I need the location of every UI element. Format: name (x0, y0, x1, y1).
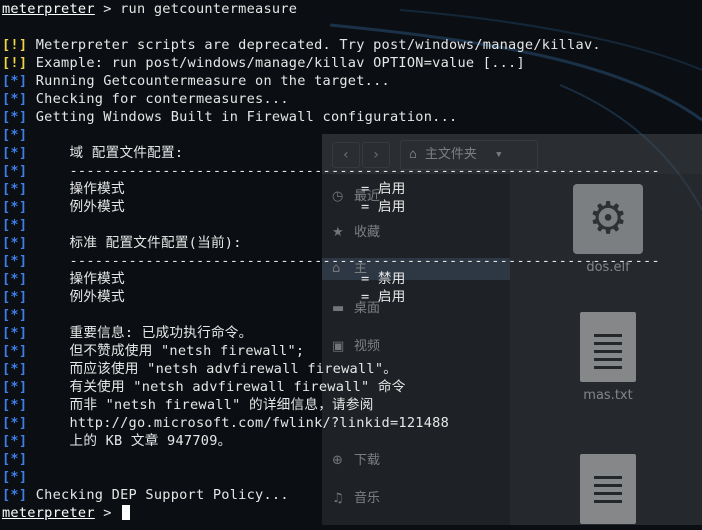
output-text: 域 配置文件配置: (27, 145, 184, 161)
output-line: [*] (2, 450, 27, 468)
info-tag: [*] (2, 145, 28, 161)
output-text: 重要信息: 已成功执行命令。 (27, 325, 253, 341)
output-line: [*] ------------------------------------… (2, 162, 660, 180)
output-text: 标准 配置文件配置(当前): (27, 235, 242, 251)
output-text: http://go.microsoft.com/fwlink/?linkid=1… (27, 415, 450, 431)
output-line: [!] Example: run post/windows/manage/kil… (2, 54, 525, 72)
output-text: 操作模式 = 禁用 (27, 271, 406, 287)
output-line: [*] 但不赞成使用 "netsh firewall"; (2, 342, 304, 360)
info-tag: [*] (2, 307, 28, 323)
warning-tag: [!] (2, 55, 28, 71)
terminal-window[interactable]: meterpreter > run getcountermeasure [!] … (0, 0, 702, 525)
info-tag: [*] (2, 235, 28, 251)
output-line: [*] 例外模式 = 启用 (2, 288, 406, 306)
info-tag: [*] (2, 181, 28, 197)
output-text: 有关使用 "netsh advfirewall firewall" 命令 (27, 379, 406, 395)
output-line: [!] Meterpreter scripts are deprecated. … (2, 36, 601, 54)
output-line: [*] (2, 306, 27, 324)
output-text: 而非 "netsh firewall" 的详细信息，请参阅 (27, 397, 374, 413)
output-line: [*] Getting Windows Built in Firewall co… (2, 108, 457, 126)
output-line: [*] http://go.microsoft.com/fwlink/?link… (2, 414, 449, 432)
text-cursor (122, 505, 131, 520)
output-line: [*] Running Getcountermeasure on the tar… (2, 72, 390, 90)
meterpreter-prompt: meterpreter (2, 1, 95, 17)
meterpreter-prompt: meterpreter (2, 505, 95, 521)
output-text: 但不赞成使用 "netsh firewall"; (27, 343, 305, 359)
info-tag: [*] (2, 73, 28, 89)
info-tag: [*] (2, 451, 28, 467)
info-tag: [*] (2, 271, 28, 287)
info-tag: [*] (2, 325, 28, 341)
info-tag: [*] (2, 487, 28, 503)
info-tag: [*] (2, 163, 28, 179)
input-prompt-line[interactable]: meterpreter > (2, 504, 131, 522)
output-line: [*] 域 配置文件配置: (2, 144, 183, 162)
output-text: ----------------------------------------… (27, 253, 660, 269)
output-text: Checking DEP Support Policy... (27, 487, 289, 503)
output-line: [*] 重要信息: 已成功执行命令。 (2, 324, 252, 342)
output-line: [*] 上的 KB 文章 947709。 (2, 432, 231, 450)
info-tag: [*] (2, 91, 28, 107)
output-text: 操作模式 = 启用 (27, 181, 406, 197)
info-tag: [*] (2, 361, 28, 377)
output-line: [*] (2, 126, 27, 144)
info-tag: [*] (2, 433, 28, 449)
output-text: Running Getcountermeasure on the target.… (27, 73, 390, 89)
output-text: 例外模式 = 启用 (27, 199, 406, 215)
output-line: [*] (2, 468, 27, 486)
output-text: 而应该使用 "netsh advfirewall firewall"。 (27, 361, 398, 377)
output-line: [*] Checking DEP Support Policy... (2, 486, 289, 504)
info-tag: [*] (2, 343, 28, 359)
warning-tag: [!] (2, 37, 28, 53)
info-tag: [*] (2, 109, 28, 125)
info-tag: [*] (2, 469, 28, 485)
info-tag: [*] (2, 127, 28, 143)
info-tag: [*] (2, 289, 28, 305)
output-line: [*] 操作模式 = 禁用 (2, 270, 406, 288)
info-tag: [*] (2, 199, 28, 215)
output-line: [*] (2, 216, 27, 234)
output-text: 上的 KB 文章 947709。 (27, 433, 232, 449)
output-text: Meterpreter scripts are deprecated. Try … (27, 37, 601, 53)
prompt-suffix: > (94, 505, 121, 521)
output-line: [*] Checking for contermeasures... (2, 90, 289, 108)
output-text: Getting Windows Built in Firewall config… (27, 109, 458, 125)
info-tag: [*] (2, 217, 28, 233)
output-line: [*] 例外模式 = 启用 (2, 198, 406, 216)
output-line: [*] 标准 配置文件配置(当前): (2, 234, 242, 252)
output-text: 例外模式 = 启用 (27, 289, 406, 305)
output-line: [*] 而非 "netsh firewall" 的详细信息，请参阅 (2, 396, 374, 414)
output-line: [*] 有关使用 "netsh advfirewall firewall" 命令 (2, 378, 406, 396)
info-tag: [*] (2, 397, 28, 413)
output-line: [*] 而应该使用 "netsh advfirewall firewall"。 (2, 360, 397, 378)
output-text: ----------------------------------------… (27, 163, 660, 179)
output-text: Example: run post/windows/manage/killav … (27, 55, 525, 71)
command-text: > run getcountermeasure (94, 1, 298, 17)
output-text: Checking for contermeasures... (27, 91, 289, 107)
info-tag: [*] (2, 253, 28, 269)
output-line: [*] ------------------------------------… (2, 252, 660, 270)
command-line: meterpreter > run getcountermeasure (2, 0, 297, 18)
output-line: [*] 操作模式 = 启用 (2, 180, 406, 198)
info-tag: [*] (2, 379, 28, 395)
info-tag: [*] (2, 415, 28, 431)
